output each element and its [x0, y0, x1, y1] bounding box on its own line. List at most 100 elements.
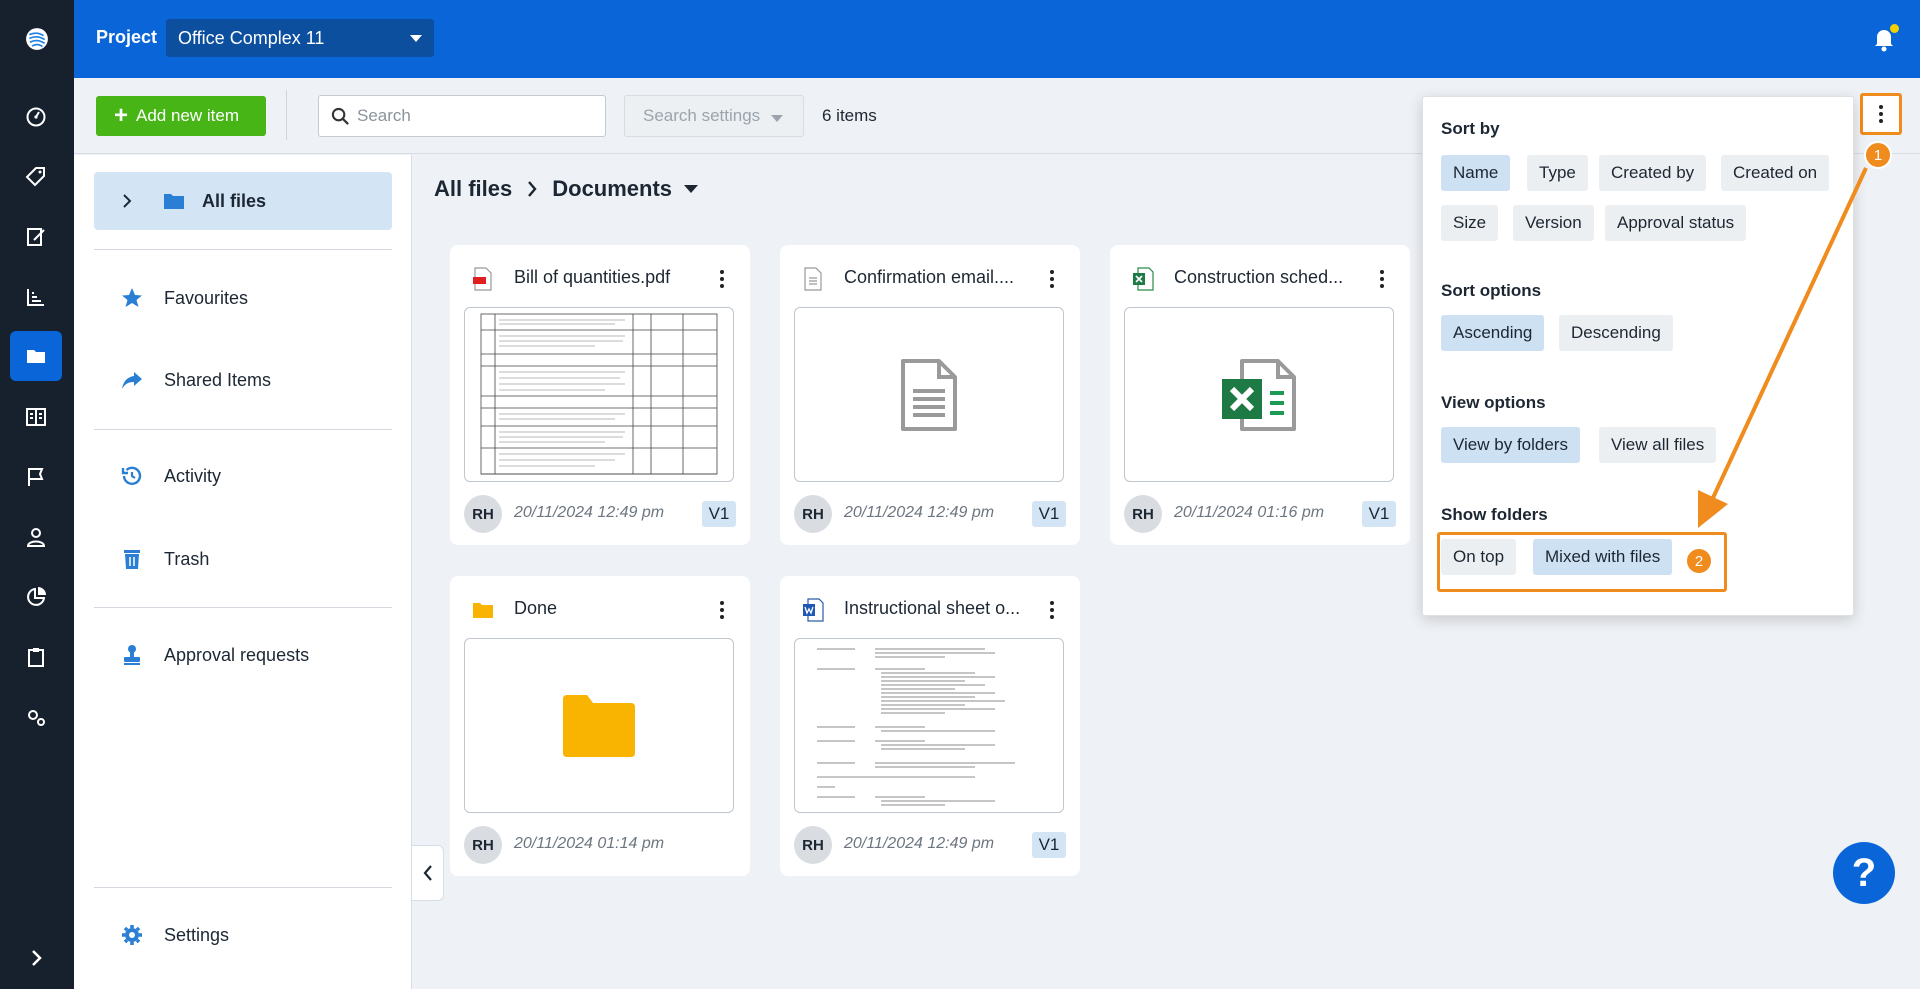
file-card[interactable]: Instructional sheet o... RH 20/11/2024 1… — [780, 576, 1080, 876]
file-thumbnail[interactable] — [1124, 307, 1394, 482]
folder-thumbnail[interactable] — [464, 638, 734, 813]
sort-descending-chip[interactable]: Descending — [1559, 315, 1673, 351]
breadcrumb-current[interactable]: Documents — [552, 176, 672, 202]
version-badge[interactable]: V1 — [1032, 832, 1066, 858]
file-menu-button[interactable] — [1042, 598, 1062, 622]
breadcrumb-root[interactable]: All files — [434, 176, 512, 202]
help-button[interactable]: ? — [1833, 842, 1895, 904]
kebab-icon — [720, 600, 724, 621]
sidebar-item-settings[interactable]: Settings — [94, 906, 392, 964]
avatar: RH — [794, 495, 832, 533]
file-date: 20/11/2024 12:49 pm — [844, 835, 995, 852]
file-thumbnail[interactable] — [794, 638, 1064, 813]
sidebar-item-trash[interactable]: Trash — [94, 530, 392, 588]
file-name[interactable]: Confirmation email.... — [844, 267, 1030, 288]
sort-by-created-on-chip[interactable]: Created on — [1721, 155, 1830, 191]
file-menu-button[interactable] — [1372, 267, 1392, 291]
search-settings-dropdown[interactable]: Search settings — [624, 95, 804, 137]
sidebar-item-approval-requests[interactable]: Approval requests — [94, 626, 392, 684]
chevron-right-icon[interactable] — [118, 190, 136, 212]
file-card[interactable]: Construction sched... RH 20/11/2024 01:1… — [1110, 245, 1410, 545]
file-name[interactable]: Construction sched... — [1174, 267, 1360, 288]
rail-analytics[interactable] — [10, 572, 62, 622]
file-name[interactable]: Instructional sheet o... — [844, 598, 1030, 619]
sort-by-created-by-chip[interactable]: Created by — [1599, 155, 1707, 191]
sidebar-item-all-files[interactable]: All files — [94, 172, 392, 230]
sidebar-item-shared-items[interactable]: Shared Items — [94, 351, 392, 409]
sort-by-type-chip[interactable]: Type — [1527, 155, 1588, 191]
user-icon — [26, 528, 46, 547]
folder-card[interactable]: Done RH 20/11/2024 01:14 pm — [450, 576, 750, 876]
sidebar-item-label: Shared Items — [164, 369, 272, 390]
excel-file-icon — [1133, 267, 1154, 291]
sidebar-item-favourites[interactable]: Favourites — [94, 269, 392, 327]
notification-dot — [1890, 24, 1899, 33]
sidebar-divider — [94, 607, 392, 608]
top-bar: Project Office Complex 11 — [74, 0, 1920, 78]
breadcrumb: All files Documents — [434, 176, 699, 202]
project-select[interactable]: Office Complex 11 — [166, 19, 434, 57]
folder-date: 20/11/2024 01:14 pm — [514, 835, 665, 852]
step-2-highlight — [1437, 532, 1727, 592]
avatar: RH — [464, 826, 502, 864]
share-icon — [122, 372, 142, 389]
view-options-panel: Sort by Name Type Created by Created on … — [1422, 96, 1854, 616]
history-icon — [121, 466, 142, 485]
rail-registers[interactable] — [10, 392, 62, 442]
rail-users[interactable] — [10, 512, 62, 562]
rail-dashboard[interactable] — [10, 92, 62, 142]
folder-menu-button[interactable] — [712, 598, 732, 622]
file-menu-button[interactable] — [712, 267, 732, 291]
folder-name[interactable]: Done — [514, 598, 700, 619]
avatar: RH — [1124, 495, 1162, 533]
sort-by-name-chip[interactable]: Name — [1441, 155, 1511, 191]
flag-icon — [28, 468, 44, 486]
sort-by-version-chip[interactable]: Version — [1513, 205, 1594, 241]
file-thumbnail[interactable] — [464, 307, 734, 482]
sort-ascending-chip[interactable]: Ascending — [1441, 315, 1545, 351]
file-thumbnail[interactable] — [794, 307, 1064, 482]
collapse-sidebar-button[interactable] — [412, 845, 444, 901]
word-file-icon — [803, 598, 824, 622]
rail-settings[interactable] — [10, 692, 62, 742]
step-2-badge: 2 — [1685, 547, 1713, 575]
caret-down-icon[interactable] — [684, 185, 699, 193]
rail-reports[interactable] — [10, 272, 62, 322]
sort-options-heading: Sort options — [1441, 281, 1542, 300]
chart-icon — [27, 289, 44, 306]
sort-by-size-chip[interactable]: Size — [1441, 205, 1499, 241]
file-name[interactable]: Bill of quantities.pdf — [514, 267, 700, 288]
project-name: Office Complex 11 — [178, 28, 325, 48]
sidebar-item-label: Approval requests — [164, 644, 310, 665]
edit-document-icon — [27, 228, 45, 246]
chevron-right-icon — [32, 950, 42, 966]
file-card[interactable]: Bill of quantities.pdf RH 20/11/2024 12:… — [450, 245, 750, 545]
rail-tags[interactable] — [10, 152, 62, 202]
document-preview-icon — [817, 648, 1015, 806]
add-new-item-button[interactable]: + Add new item — [96, 96, 266, 136]
version-badge[interactable]: V1 — [1362, 501, 1396, 527]
stamp-icon — [124, 645, 140, 665]
search-input[interactable] — [357, 104, 587, 128]
search-box[interactable] — [318, 95, 606, 137]
search-settings-label: Search settings — [643, 106, 761, 125]
rail-expand[interactable] — [10, 933, 62, 983]
app-logo[interactable] — [0, 0, 74, 78]
file-card[interactable]: Confirmation email.... RH 20/11/2024 12:… — [780, 245, 1080, 545]
file-date: 20/11/2024 12:49 pm — [844, 504, 995, 521]
sort-by-approval-status-chip[interactable]: Approval status — [1605, 205, 1747, 241]
view-by-folders-chip[interactable]: View by folders — [1441, 427, 1580, 463]
more-options-button[interactable] — [1860, 93, 1902, 135]
rail-files[interactable] — [10, 331, 62, 381]
view-all-files-chip[interactable]: View all files — [1599, 427, 1717, 463]
rail-tasks[interactable] — [10, 632, 62, 682]
sidebar-divider — [94, 887, 392, 888]
sidebar-item-activity[interactable]: Activity — [94, 447, 392, 505]
version-badge[interactable]: V1 — [702, 501, 736, 527]
notifications-button[interactable] — [1872, 24, 1899, 52]
rail-forms[interactable] — [10, 212, 62, 262]
file-menu-button[interactable] — [1042, 267, 1062, 291]
rail-issues[interactable] — [10, 452, 62, 502]
sort-by-heading: Sort by — [1441, 119, 1500, 138]
version-badge[interactable]: V1 — [1032, 501, 1066, 527]
